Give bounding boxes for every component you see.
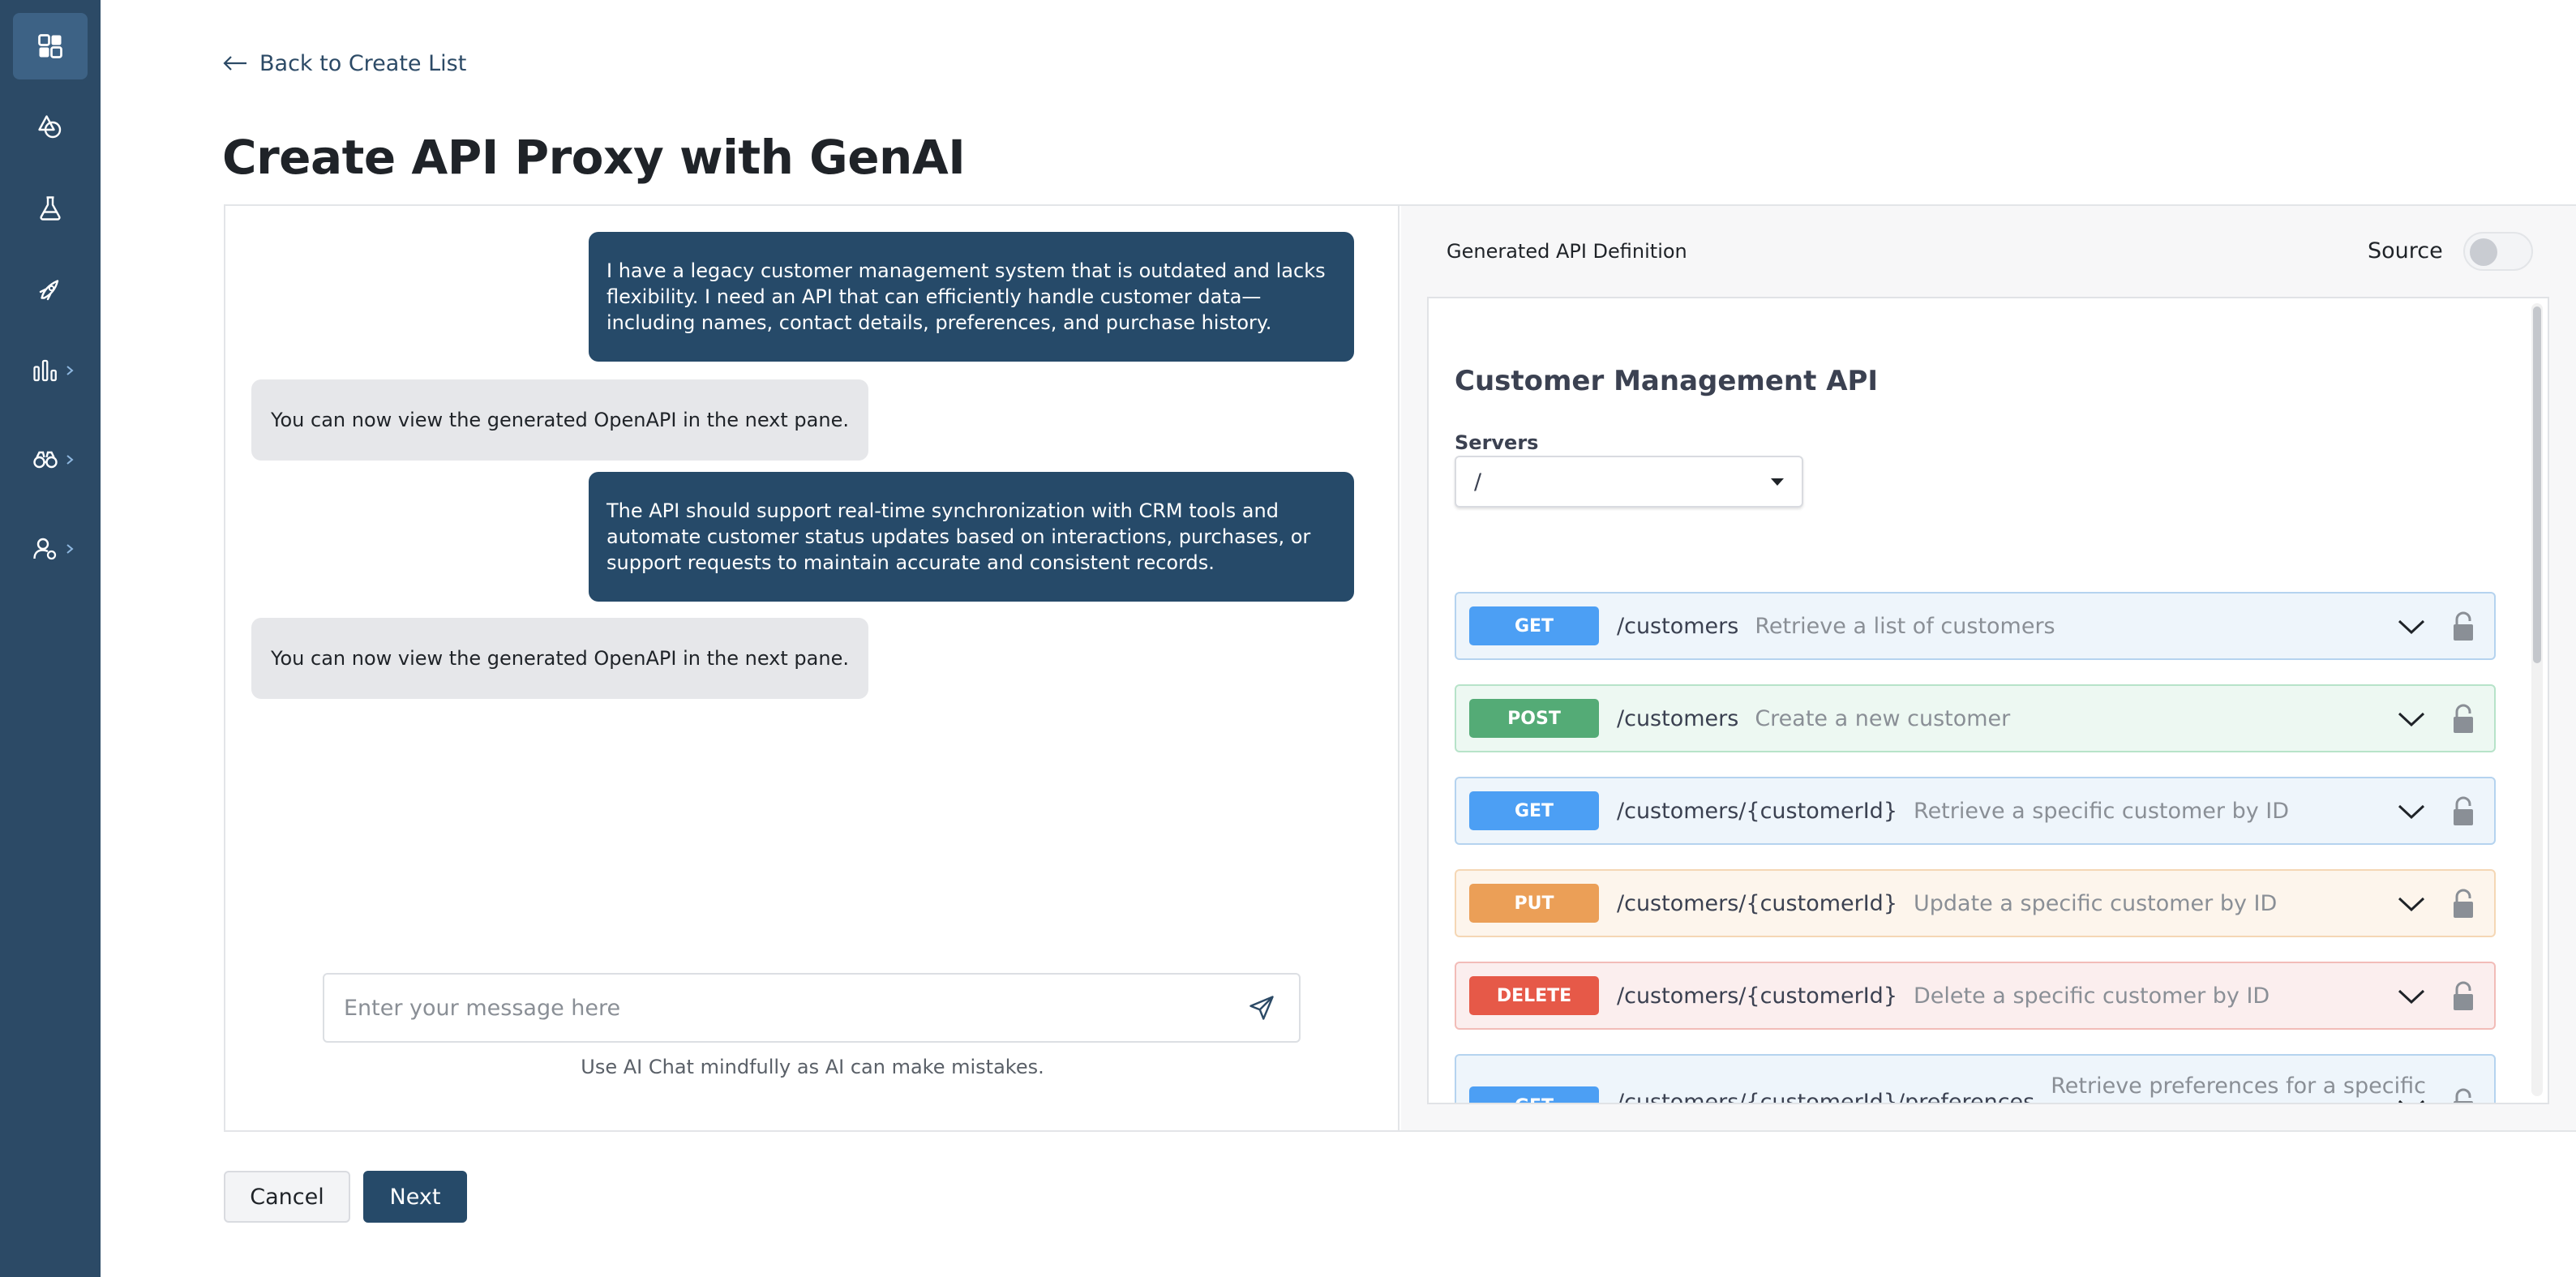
sidebar-item-deploy[interactable] bbox=[13, 256, 88, 323]
lock-icon[interactable] bbox=[2452, 704, 2475, 735]
operation-summary: Create a new customer bbox=[1755, 705, 2011, 731]
swagger-viewer: Customer Management API Servers / GET /c… bbox=[1427, 297, 2549, 1104]
method-badge: GET bbox=[1469, 1086, 1599, 1103]
method-badge: PUT bbox=[1469, 884, 1599, 923]
assistant-message: You can now view the generated OpenAPI i… bbox=[251, 618, 868, 699]
operation-summary: Update a specific customer by ID bbox=[1914, 890, 2278, 916]
user-message: The API should support real-time synchro… bbox=[589, 472, 1354, 602]
sidebar-item-lab[interactable] bbox=[13, 175, 88, 242]
operation-row[interactable]: PUT /customers/{customerId} Update a spe… bbox=[1455, 869, 2496, 937]
operation-path: /customers bbox=[1617, 705, 1739, 731]
servers-label: Servers bbox=[1455, 431, 1539, 454]
chevron-right-icon bbox=[66, 455, 74, 465]
toggle-knob bbox=[2470, 238, 2497, 266]
sidebar-item-users[interactable] bbox=[13, 516, 88, 582]
operation-row[interactable]: DELETE /customers/{customerId} Delete a … bbox=[1455, 962, 2496, 1030]
chevron-down-icon[interactable] bbox=[2397, 615, 2426, 639]
user-settings-icon bbox=[33, 538, 57, 560]
sidebar bbox=[0, 0, 101, 1277]
operation-path: /customers/{customerId} bbox=[1617, 798, 1898, 824]
back-link[interactable]: Back to Create List bbox=[222, 47, 466, 79]
flask-icon bbox=[40, 196, 61, 221]
operation-row[interactable]: GET /customers/{customerId}/preferences … bbox=[1455, 1054, 2496, 1104]
send-button[interactable] bbox=[1244, 990, 1279, 1026]
sidebar-item-shapes[interactable] bbox=[13, 94, 88, 161]
operation-path: /customers/{customerId} bbox=[1617, 983, 1898, 1009]
scrollbar-thumb[interactable] bbox=[2533, 306, 2541, 663]
operation-path: /customers/{customerId} bbox=[1617, 890, 1898, 916]
chevron-right-icon bbox=[66, 366, 74, 375]
rocket-icon bbox=[39, 280, 59, 301]
chat-pane: I have a legacy customer management syst… bbox=[225, 206, 1399, 1130]
method-badge: GET bbox=[1469, 791, 1599, 830]
definition-title: Generated API Definition bbox=[1447, 240, 1687, 263]
send-icon bbox=[1249, 996, 1274, 1020]
lock-icon[interactable] bbox=[2452, 1088, 2475, 1104]
caret-down-icon bbox=[1771, 478, 1784, 486]
source-toggle[interactable] bbox=[2463, 232, 2533, 271]
definition-pane: Generated API Definition Source Customer… bbox=[1401, 206, 2576, 1130]
api-title: Customer Management API bbox=[1455, 365, 1879, 397]
operation-summary: Delete a specific customer by ID bbox=[1914, 983, 2270, 1009]
main-panel: I have a legacy customer management syst… bbox=[224, 204, 2576, 1132]
lock-icon[interactable] bbox=[2452, 796, 2475, 827]
ai-disclaimer: Use AI Chat mindfully as AI can make mis… bbox=[581, 1056, 1044, 1078]
chevron-right-icon bbox=[66, 544, 74, 554]
operation-summary: Retrieve a list of customers bbox=[1755, 613, 2055, 639]
chevron-down-icon[interactable] bbox=[2397, 707, 2426, 731]
sidebar-item-monitor[interactable] bbox=[13, 426, 88, 493]
user-message: I have a legacy customer management syst… bbox=[589, 232, 1354, 362]
operation-path: /customers/{customerId}/preferences bbox=[1617, 1090, 2035, 1104]
server-select[interactable]: / bbox=[1455, 456, 1803, 508]
operation-summary: Retrieve a specific customer by ID bbox=[1914, 798, 2290, 824]
page-title: Create API Proxy with GenAI bbox=[222, 130, 966, 185]
next-button[interactable]: Next bbox=[363, 1171, 467, 1223]
arrow-left-icon bbox=[223, 56, 246, 71]
sidebar-item-analytics[interactable] bbox=[13, 337, 88, 404]
operation-path: /customers bbox=[1617, 613, 1739, 639]
chevron-down-icon[interactable] bbox=[2397, 799, 2426, 824]
assistant-message: You can now view the generated OpenAPI i… bbox=[251, 379, 868, 461]
method-badge: DELETE bbox=[1469, 976, 1599, 1015]
operation-row[interactable]: GET /customers/{customerId} Retrieve a s… bbox=[1455, 777, 2496, 845]
dashboard-icon bbox=[38, 34, 62, 58]
method-badge: GET bbox=[1469, 606, 1599, 645]
binoculars-icon bbox=[33, 451, 58, 469]
operation-row[interactable]: GET /customers Retrieve a list of custom… bbox=[1455, 592, 2496, 660]
source-label: Source bbox=[2368, 238, 2443, 264]
lock-icon[interactable] bbox=[2452, 981, 2475, 1012]
shapes-icon bbox=[38, 115, 62, 139]
operation-row[interactable]: POST /customers Create a new customer bbox=[1455, 684, 2496, 752]
sidebar-item-dashboard[interactable] bbox=[13, 13, 88, 79]
lock-icon[interactable] bbox=[2452, 611, 2475, 642]
chevron-down-icon[interactable] bbox=[2397, 984, 2426, 1009]
method-badge: POST bbox=[1469, 699, 1599, 738]
chevron-down-icon[interactable] bbox=[2397, 1095, 2426, 1104]
chat-input-box bbox=[323, 973, 1301, 1043]
lock-icon[interactable] bbox=[2452, 889, 2475, 919]
cancel-button[interactable]: Cancel bbox=[224, 1171, 350, 1223]
message-input[interactable] bbox=[344, 995, 1244, 1021]
server-selected-value: / bbox=[1474, 469, 1482, 495]
chevron-down-icon[interactable] bbox=[2397, 892, 2426, 916]
operation-summary: Retrieve preferences for a specific bbox=[2051, 1073, 2426, 1099]
back-link-label: Back to Create List bbox=[259, 50, 467, 76]
analytics-icon bbox=[33, 359, 57, 382]
